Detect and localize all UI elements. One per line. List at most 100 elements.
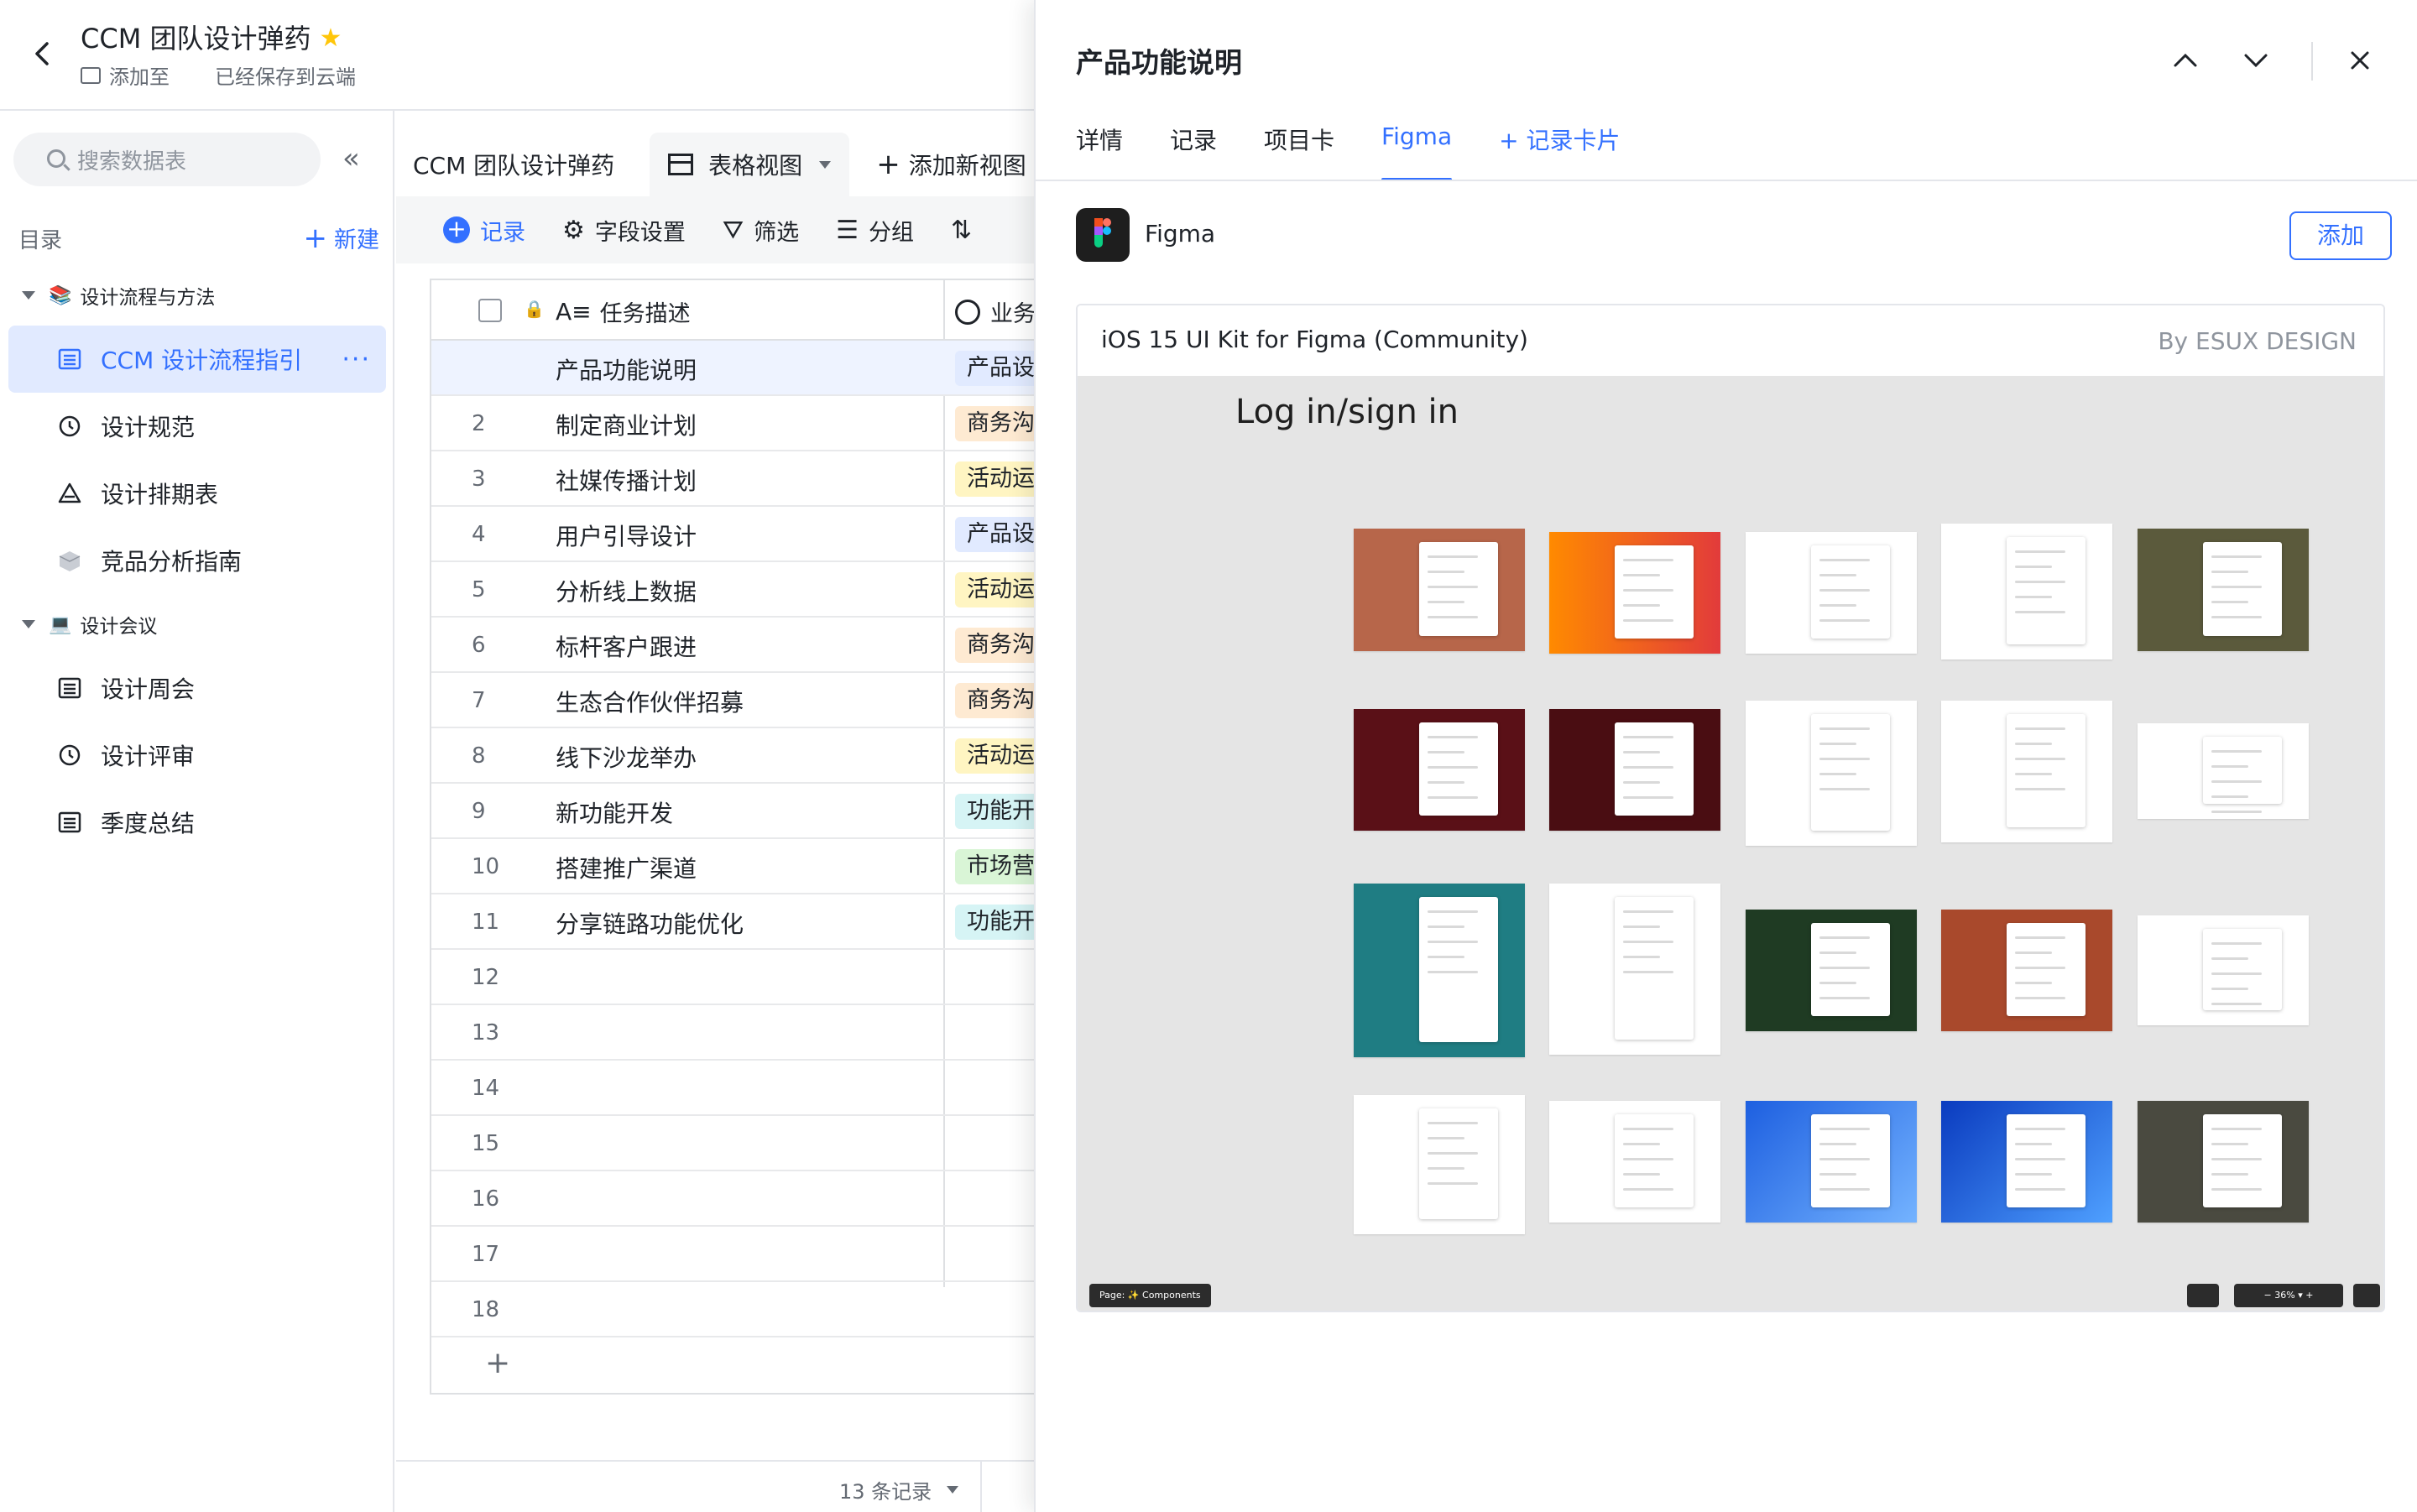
table-row[interactable]: 3 社媒传播计划 活动运 [431, 451, 1042, 507]
business-tag[interactable]: 活动运 [955, 461, 1042, 497]
table-row[interactable]: 产品功能说明 产品设 [431, 341, 1042, 396]
task-description-cell[interactable]: 分析线上数据 [556, 574, 697, 607]
table-row[interactable]: 7 生态合作伙伴招募 商务沟 [431, 673, 1042, 728]
table-row[interactable]: 12 [431, 950, 1042, 1005]
table-row[interactable]: 16 [431, 1171, 1042, 1227]
table-header: 🔒 A≡ 任务描述 业务 [431, 280, 1042, 341]
field-settings-button[interactable]: ⚙ 字段设置 [562, 214, 686, 247]
business-tag[interactable]: 活动运 [955, 572, 1042, 607]
back-arrow-icon[interactable] [25, 37, 59, 70]
select-all-checkbox[interactable] [478, 299, 502, 322]
lock-icon: 🔒 [524, 299, 545, 319]
sort-button[interactable]: ⇅ [951, 216, 982, 245]
task-description-cell[interactable]: 分享链路功能优化 [556, 906, 744, 940]
placeholder-line [2015, 996, 2066, 999]
table-row[interactable]: 10 搭建推广渠道 市场营 [431, 839, 1042, 894]
embed-title[interactable]: iOS 15 UI Kit for Figma (Community) [1101, 326, 1528, 353]
add-view-button[interactable]: + 添加新视图 [876, 148, 1026, 181]
business-tag[interactable]: 商务沟 [955, 683, 1042, 718]
doc-title[interactable]: CCM 团队设计弹药 ★ [81, 20, 342, 57]
column-header-business[interactable]: 业务 [955, 295, 1036, 328]
tab-grid-view[interactable]: 表格视图 [650, 133, 850, 196]
table-row[interactable]: 11 分享链路功能优化 功能开 [431, 894, 1042, 950]
table-row[interactable]: 2 制定商业计划 商务沟 [431, 396, 1042, 451]
tab-figma[interactable]: Figma [1381, 123, 1453, 181]
record-count[interactable]: 13 条记录 [839, 1475, 959, 1504]
sidebar-item-quarterly-summary[interactable]: 季度总结 [0, 789, 394, 856]
more-icon[interactable]: ··· [342, 345, 371, 374]
close-icon[interactable] [2343, 44, 2377, 77]
sidebar-item-design-schedule[interactable]: 设计排期表 [0, 460, 394, 527]
business-tag[interactable]: 市场营 [955, 849, 1042, 884]
filter-button[interactable]: ⛛ 筛选 [723, 214, 799, 247]
business-tag[interactable]: 活动运 [955, 738, 1042, 774]
login-card [2202, 1114, 2282, 1208]
login-card [2007, 713, 2086, 828]
task-description-cell[interactable]: 线下沙龙举办 [556, 740, 697, 774]
chevron-down-icon[interactable] [947, 1486, 959, 1494]
table-row[interactable]: 9 新功能开发 功能开 [431, 784, 1042, 839]
fullscreen-icon[interactable] [2353, 1284, 2380, 1307]
tab-details[interactable]: 详情 [1076, 123, 1123, 181]
sidebar-item-competitor-guide[interactable]: 竞品分析指南 [0, 527, 394, 594]
sidebar-group[interactable]: 📚 设计流程与方法 [0, 265, 394, 326]
table-row[interactable]: 18 [431, 1282, 1042, 1337]
table-row[interactable]: 17 [431, 1227, 1042, 1282]
task-description-cell[interactable]: 搭建推广渠道 [556, 851, 697, 884]
figma-embed[interactable]: iOS 15 UI Kit for Figma (Community) By E… [1076, 304, 2385, 1312]
column-header-task[interactable]: A≡ 任务描述 [556, 295, 691, 328]
table-name[interactable]: CCM 团队设计弹药 [413, 148, 614, 181]
sidebar-item-weekly-meeting[interactable]: 设计周会 [0, 654, 394, 722]
task-description-cell[interactable]: 制定商业计划 [556, 408, 697, 441]
add-button[interactable]: 添加 [2289, 211, 2392, 260]
task-description-cell[interactable]: 用户引导设计 [556, 519, 697, 552]
page-selector[interactable]: Page: ✨ Components [1089, 1284, 1211, 1307]
business-tag[interactable]: 产品设 [955, 351, 1042, 386]
plus-icon[interactable]: + [485, 1346, 510, 1380]
add-to-link[interactable]: 添加至 [109, 60, 170, 90]
sidebar-group[interactable]: 💻 设计会议 [0, 594, 394, 654]
table-row[interactable]: 13 [431, 1005, 1042, 1061]
group-button[interactable]: ☰ 分组 [836, 214, 914, 247]
add-record-button[interactable]: + 记录 [443, 214, 525, 247]
chevron-down-icon[interactable] [819, 160, 832, 169]
table-row[interactable]: 4 用户引导设计 产品设 [431, 507, 1042, 562]
table-row[interactable]: 15 [431, 1116, 1042, 1171]
sort-icon: ⇅ [951, 215, 973, 245]
sidebar-item-ccm-guide[interactable]: CCM 设计流程指引 ··· [8, 326, 386, 393]
chevron-down-icon[interactable] [2239, 44, 2273, 77]
caret-down-icon[interactable] [22, 291, 35, 300]
add-row[interactable]: + [431, 1337, 1042, 1393]
placeholder-line [1819, 981, 1856, 984]
placeholder-line [2015, 742, 2053, 745]
table-row[interactable]: 5 分析线上数据 活动运 [431, 562, 1042, 618]
sidebar-item-design-spec[interactable]: 设计规范 [0, 393, 394, 460]
figma-canvas[interactable]: Log in/sign in Page: ✨ Components − 36% … [1078, 376, 2383, 1311]
task-description-cell[interactable]: 产品功能说明 [556, 352, 697, 386]
table-row[interactable]: 14 [431, 1061, 1042, 1116]
task-description-cell[interactable]: 社媒传播计划 [556, 463, 697, 497]
sidebar-item-design-review[interactable]: 设计评审 [0, 722, 394, 789]
caret-down-icon[interactable] [22, 620, 35, 628]
business-tag[interactable]: 功能开 [955, 905, 1042, 940]
task-description-cell[interactable]: 标杆客户跟进 [556, 629, 697, 663]
comment-icon[interactable] [2187, 1284, 2219, 1307]
collapse-sidebar-icon[interactable]: « [342, 144, 360, 173]
new-button[interactable]: + 新建 [304, 222, 380, 255]
chevron-up-icon[interactable] [2169, 44, 2202, 77]
tab-project-card[interactable]: 项目卡 [1264, 123, 1334, 181]
task-description-cell[interactable]: 生态合作伙伴招募 [556, 685, 744, 718]
business-tag[interactable]: 商务沟 [955, 628, 1042, 663]
business-tag[interactable]: 功能开 [955, 794, 1042, 829]
zoom-control[interactable]: − 36% ▾ + [2234, 1284, 2343, 1307]
table-row[interactable]: 8 线下沙龙举办 活动运 [431, 728, 1042, 784]
table-row[interactable]: 6 标杆客户跟进 商务沟 [431, 618, 1042, 673]
search-input[interactable]: 搜索数据表 [13, 133, 321, 186]
add-record-card-button[interactable]: + 记录卡片 [1499, 123, 1620, 181]
business-tag[interactable]: 产品设 [955, 517, 1042, 552]
task-description-cell[interactable]: 新功能开发 [556, 795, 673, 829]
star-icon[interactable]: ★ [319, 20, 342, 57]
login-card [2007, 1114, 2086, 1208]
business-tag[interactable]: 商务沟 [955, 406, 1042, 441]
tab-records[interactable]: 记录 [1170, 123, 1217, 181]
